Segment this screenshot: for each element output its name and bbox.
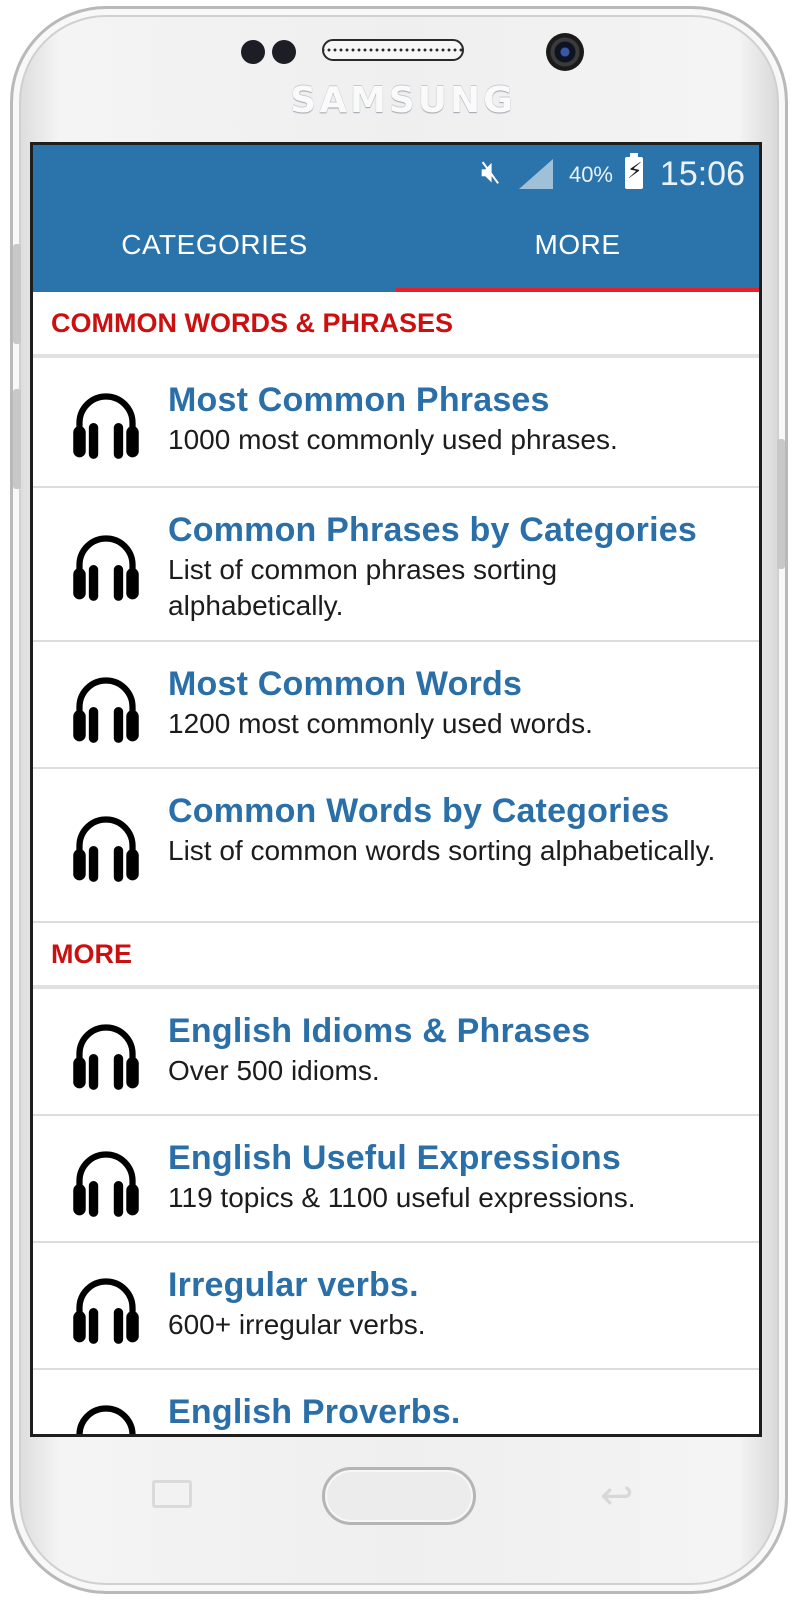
light-sensor bbox=[272, 40, 296, 64]
headphones-icon bbox=[76, 1405, 136, 1434]
item-title: English Proverbs. bbox=[168, 1393, 461, 1431]
content-list[interactable]: COMMON WORDS & PHRASES Most Common Phras… bbox=[33, 292, 759, 1434]
device-brand-logo: SAMSUNG bbox=[290, 80, 516, 121]
list-item-english-useful-expressions[interactable]: English Useful Expressions 119 topics & … bbox=[33, 1116, 759, 1243]
item-subtitle: 1200 most commonly used words. bbox=[168, 708, 593, 739]
earpiece-speaker bbox=[322, 39, 464, 61]
list-item-common-phrases-by-categories[interactable]: Common Phrases by Categories List of com… bbox=[33, 488, 759, 642]
list-item-english-idioms[interactable]: English Idioms & Phrases Over 500 idioms… bbox=[33, 989, 759, 1116]
recent-apps-button[interactable] bbox=[152, 1480, 192, 1508]
back-icon[interactable]: ↩ bbox=[600, 1476, 634, 1516]
section-header: COMMON WORDS & PHRASES bbox=[33, 292, 759, 358]
headphones-icon bbox=[73, 535, 139, 601]
item-subtitle: List of common phrases sorting alphabeti… bbox=[168, 554, 558, 621]
headphones-icon bbox=[73, 1024, 139, 1090]
list-item-common-words-by-categories[interactable]: Common Words by Categories List of commo… bbox=[33, 769, 759, 923]
volume-up-button[interactable] bbox=[13, 244, 21, 344]
item-title: English Idioms & Phrases bbox=[168, 1012, 591, 1050]
list-item-most-common-words[interactable]: Most Common Words 1200 most commonly use… bbox=[33, 642, 759, 769]
item-title: Most Common Phrases bbox=[168, 381, 550, 419]
mute-icon: 🔇︎ bbox=[480, 153, 501, 189]
app-screen: 🔇︎ 40% ⚡︎ 15:06 CATEGORIES MORE COMMON W… bbox=[30, 142, 762, 1437]
list-item-english-proverbs[interactable]: English Proverbs. bbox=[33, 1370, 759, 1434]
headphones-icon bbox=[73, 393, 139, 459]
signal-icon bbox=[519, 159, 553, 189]
item-title: Common Words by Categories bbox=[168, 792, 670, 830]
app-bar: 🔇︎ 40% ⚡︎ 15:06 CATEGORIES MORE bbox=[33, 145, 759, 292]
tab-categories[interactable]: CATEGORIES bbox=[33, 207, 396, 292]
battery-percent: 40% bbox=[568, 162, 613, 187]
status-bar: 🔇︎ 40% ⚡︎ 15:06 bbox=[33, 145, 759, 207]
headphones-icon bbox=[73, 1278, 139, 1344]
item-title: Most Common Words bbox=[168, 665, 523, 703]
tab-bar: CATEGORIES MORE bbox=[33, 207, 759, 292]
item-subtitle: 600+ irregular verbs. bbox=[168, 1309, 426, 1340]
item-title: Irregular verbs. bbox=[168, 1266, 419, 1304]
tab-more[interactable]: MORE bbox=[396, 207, 759, 292]
power-button[interactable] bbox=[777, 439, 785, 569]
list-item-most-common-phrases[interactable]: Most Common Phrases 1000 most commonly u… bbox=[33, 358, 759, 488]
list-item-irregular-verbs[interactable]: Irregular verbs. 600+ irregular verbs. bbox=[33, 1243, 759, 1370]
volume-down-button[interactable] bbox=[13, 389, 21, 489]
front-camera bbox=[546, 33, 584, 71]
item-subtitle: List of common words sorting alphabetica… bbox=[168, 835, 716, 866]
home-button[interactable] bbox=[322, 1467, 476, 1525]
item-subtitle: 1000 most commonly used phrases. bbox=[168, 424, 618, 455]
item-subtitle: 119 topics & 1100 useful expressions. bbox=[168, 1182, 636, 1213]
headphones-icon bbox=[73, 1151, 139, 1217]
item-subtitle: Over 500 idioms. bbox=[168, 1055, 380, 1086]
item-title: Common Phrases by Categories bbox=[168, 511, 697, 549]
proximity-sensor bbox=[241, 40, 265, 64]
item-title: English Useful Expressions bbox=[168, 1139, 621, 1177]
headphones-icon bbox=[73, 677, 139, 743]
section-header: MORE bbox=[33, 923, 759, 989]
battery-charging-icon: ⚡︎ bbox=[625, 153, 643, 189]
status-time: 15:06 bbox=[659, 155, 745, 193]
headphones-icon bbox=[73, 816, 139, 882]
